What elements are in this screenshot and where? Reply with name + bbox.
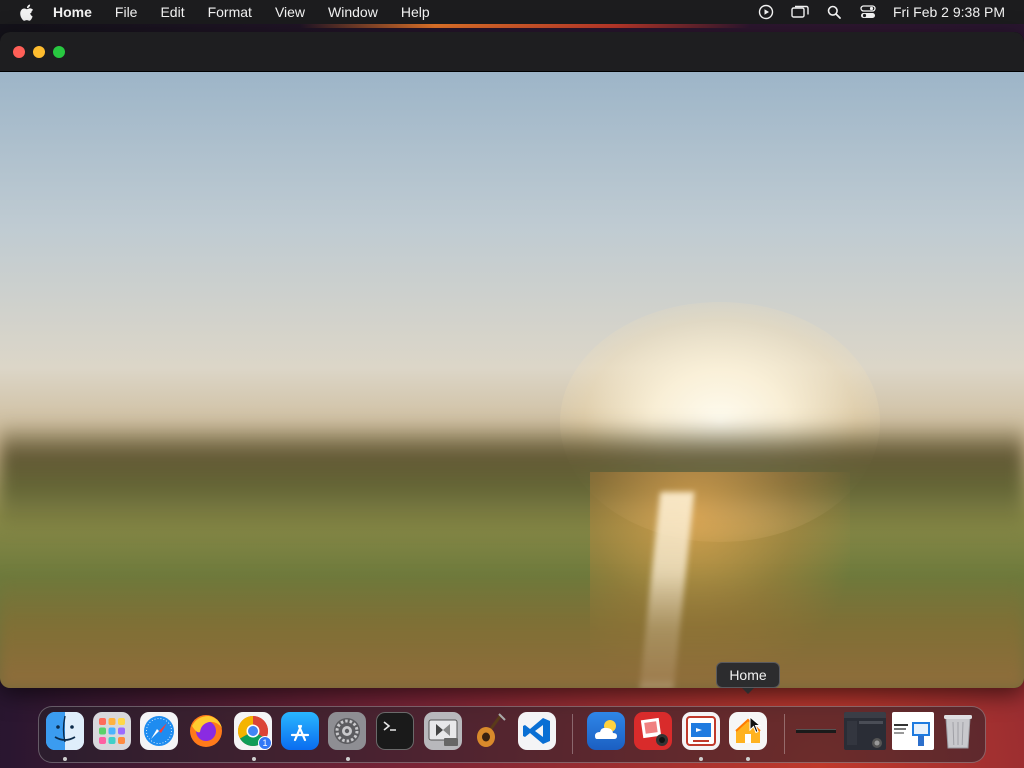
- screen-mirroring-icon[interactable]: [791, 3, 809, 21]
- chrome-running-indicator: [252, 757, 256, 761]
- photo-booth-icon[interactable]: [634, 712, 672, 750]
- remote-desktop-running-indicator: [699, 757, 703, 761]
- terminal-icon[interactable]: [376, 712, 414, 750]
- system-settings-running-indicator: [346, 757, 350, 761]
- menu-help[interactable]: Help: [401, 4, 430, 20]
- menu-view[interactable]: View: [275, 4, 305, 20]
- chrome-badge: 1: [258, 736, 272, 750]
- launchpad-icon[interactable]: [93, 712, 131, 750]
- minimize-window-button[interactable]: [33, 46, 45, 58]
- weather-icon[interactable]: [587, 712, 625, 750]
- safari-icon[interactable]: [140, 712, 178, 750]
- minimized-window-1[interactable]: [796, 712, 836, 750]
- menu-window[interactable]: Window: [328, 4, 378, 20]
- minimized-window-3[interactable]: [892, 712, 934, 750]
- dock-separator-minimized: [784, 714, 785, 754]
- mouse-pointer-icon: [749, 715, 762, 734]
- home-wallpaper-background: [0, 72, 1024, 688]
- menu-format[interactable]: Format: [208, 4, 252, 20]
- menu-bar: Home File Edit Format View Window Help F…: [0, 0, 1024, 24]
- dock-tooltip-arrow: [742, 688, 754, 694]
- remote-desktop-icon[interactable]: [682, 712, 720, 750]
- garageband-icon[interactable]: [471, 712, 509, 750]
- trash-icon[interactable]: [939, 712, 977, 750]
- finder-running-indicator: [63, 757, 67, 761]
- wallpaper-glow: [300, 24, 750, 28]
- menu-bar-clock[interactable]: Fri Feb 2 9:38 PM: [893, 4, 1005, 20]
- firefox-icon[interactable]: [187, 712, 225, 750]
- window-title-bar[interactable]: [0, 32, 1024, 72]
- home-running-indicator: [746, 757, 750, 761]
- close-window-button[interactable]: [13, 46, 25, 58]
- zoom-window-button[interactable]: [53, 46, 65, 58]
- status-area: Fri Feb 2 9:38 PM: [757, 0, 1024, 24]
- vscode-icon[interactable]: [518, 712, 556, 750]
- menu-edit[interactable]: Edit: [160, 4, 184, 20]
- wallpaper-grass: [0, 572, 1024, 688]
- boot-camp-icon[interactable]: [424, 712, 462, 750]
- play-circle-icon[interactable]: [757, 3, 775, 21]
- app-store-icon[interactable]: [281, 712, 319, 750]
- finder-icon[interactable]: [46, 712, 84, 750]
- apple-menu-icon[interactable]: [19, 4, 35, 21]
- dock-tooltip: Home: [716, 662, 780, 688]
- wallpaper-treeline: [0, 422, 1024, 532]
- spotlight-search-icon[interactable]: [825, 3, 843, 21]
- home-app-window: [0, 32, 1024, 688]
- home-icon[interactable]: [729, 712, 767, 750]
- system-settings-icon[interactable]: [328, 712, 366, 750]
- menu-file[interactable]: File: [115, 4, 138, 20]
- dock-separator: [572, 714, 573, 754]
- control-center-icon[interactable]: [859, 3, 877, 21]
- menu-app-name[interactable]: Home: [53, 4, 92, 20]
- minimized-window-2[interactable]: [844, 712, 886, 750]
